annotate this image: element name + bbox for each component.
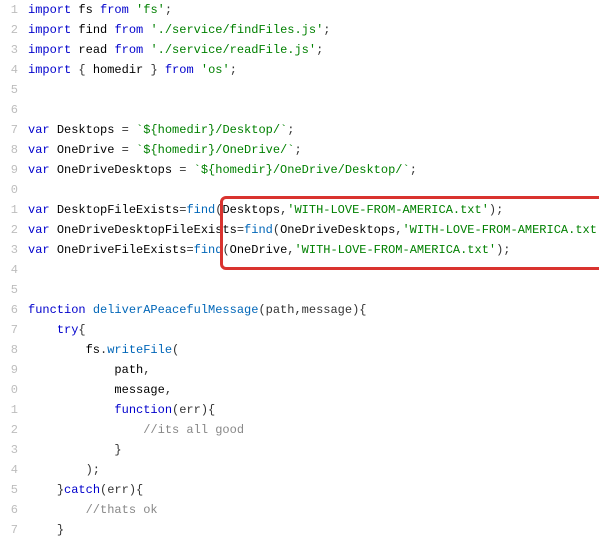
line-number: 4 bbox=[0, 260, 18, 280]
line-number: 6 bbox=[0, 500, 18, 520]
code-line: try{ bbox=[28, 320, 599, 340]
line-number: 7 bbox=[0, 320, 18, 340]
code-line: var OneDriveDesktopFileExists=find(OneDr… bbox=[28, 220, 599, 240]
code-line: var OneDriveFileExists=find(OneDrive,'WI… bbox=[28, 240, 599, 260]
code-line: } bbox=[28, 520, 599, 540]
code-line: import { homedir } from 'os'; bbox=[28, 60, 599, 80]
line-number: 2 bbox=[0, 220, 18, 240]
code-line: ); bbox=[28, 460, 599, 480]
code-content-area[interactable]: import fs from 'fs'; import find from '.… bbox=[24, 0, 599, 548]
code-line: }catch(err){ bbox=[28, 480, 599, 500]
code-line bbox=[28, 260, 599, 280]
code-line: fs.writeFile( bbox=[28, 340, 599, 360]
code-line: function(err){ bbox=[28, 400, 599, 420]
line-number: 9 bbox=[0, 160, 18, 180]
code-line: var OneDriveDesktops = `${homedir}/OneDr… bbox=[28, 160, 599, 180]
line-number: 1 bbox=[0, 0, 18, 20]
line-number: 3 bbox=[0, 40, 18, 60]
line-number: 8 bbox=[0, 340, 18, 360]
code-line: import read from './service/readFile.js'… bbox=[28, 40, 599, 60]
line-number: 5 bbox=[0, 280, 18, 300]
code-line: message, bbox=[28, 380, 599, 400]
line-number: 4 bbox=[0, 460, 18, 480]
code-line: var Desktops = `${homedir}/Desktop/`; bbox=[28, 120, 599, 140]
code-line: var DesktopFileExists=find(Desktops,'WIT… bbox=[28, 200, 599, 220]
line-number-gutter: 1 2 3 4 5 6 7 8 9 0 1 2 3 4 5 6 7 8 9 0 … bbox=[0, 0, 24, 548]
line-number: 2 bbox=[0, 20, 18, 40]
code-line bbox=[28, 100, 599, 120]
line-number: 3 bbox=[0, 440, 18, 460]
line-number: 6 bbox=[0, 100, 18, 120]
code-line bbox=[28, 80, 599, 100]
line-number: 5 bbox=[0, 480, 18, 500]
line-number: 7 bbox=[0, 520, 18, 540]
line-number: 8 bbox=[0, 140, 18, 160]
code-line: var OneDrive = `${homedir}/OneDrive/`; bbox=[28, 140, 599, 160]
code-line bbox=[28, 280, 599, 300]
code-line bbox=[28, 180, 599, 200]
code-line: import find from './service/findFiles.js… bbox=[28, 20, 599, 40]
line-number: 6 bbox=[0, 300, 18, 320]
line-number: 7 bbox=[0, 120, 18, 140]
code-editor: 1 2 3 4 5 6 7 8 9 0 1 2 3 4 5 6 7 8 9 0 … bbox=[0, 0, 599, 548]
line-number: 1 bbox=[0, 200, 18, 220]
code-line: path, bbox=[28, 360, 599, 380]
code-line: //its all good bbox=[28, 420, 599, 440]
line-number: 9 bbox=[0, 360, 18, 380]
code-line: function deliverAPeacefulMessage(path,me… bbox=[28, 300, 599, 320]
line-number: 0 bbox=[0, 380, 18, 400]
line-number: 5 bbox=[0, 80, 18, 100]
line-number: 4 bbox=[0, 60, 18, 80]
line-number: 2 bbox=[0, 420, 18, 440]
line-number: 0 bbox=[0, 180, 18, 200]
code-line: } bbox=[28, 440, 599, 460]
code-line: import fs from 'fs'; bbox=[28, 0, 599, 20]
code-line: //thats ok bbox=[28, 500, 599, 520]
line-number: 3 bbox=[0, 240, 18, 260]
line-number: 1 bbox=[0, 400, 18, 420]
